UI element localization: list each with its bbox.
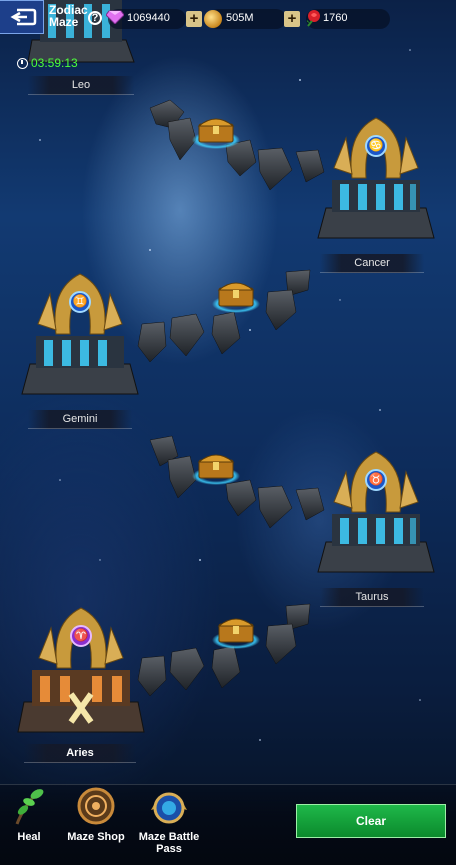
battle-pass-icon — [151, 792, 187, 824]
cancer-symbol-icon: ♋ — [368, 138, 384, 152]
cancer-platform[interactable] — [316, 108, 436, 258]
add-coins-button[interactable]: + — [284, 11, 300, 27]
aries-symbol-icon: ♈ — [73, 628, 89, 642]
gems-count: 1069440 — [127, 12, 170, 24]
roses-count: 1760 — [323, 12, 348, 24]
clock-icon — [17, 57, 28, 69]
back-arrow-icon — [9, 8, 36, 26]
coins-count: 505M — [226, 12, 254, 24]
platform-label-taurus: Taurus — [320, 588, 424, 607]
taurus-symbol-icon: ♉ — [368, 472, 384, 486]
page-title: Zodiac Maze — [49, 3, 88, 29]
gemini-symbol-icon: ♊ — [72, 294, 88, 308]
back-button[interactable] — [0, 0, 44, 34]
heal-button[interactable]: Heal — [6, 786, 52, 843]
maze-battle-pass-button[interactable]: Maze Battle Pass — [132, 786, 206, 855]
top-bar: Zodiac Maze ? 1069440 + 505M + 1760 — [0, 0, 456, 36]
shop-icon — [77, 787, 115, 825]
aries-platform[interactable] — [16, 598, 146, 748]
platform-label-cancer: Cancer — [320, 254, 424, 273]
maze-shop-button[interactable]: Maze Shop — [64, 786, 128, 843]
treasure-chest-icon[interactable] — [216, 276, 256, 308]
gem-icon — [106, 10, 124, 24]
timer-text: 03:59:13 — [31, 56, 78, 70]
coin-icon — [204, 10, 222, 28]
rose-icon — [306, 10, 320, 27]
clear-button[interactable]: Clear — [296, 804, 446, 838]
heal-icon — [15, 789, 44, 825]
heal-label: Heal — [17, 831, 41, 843]
maze-shop-label: Maze Shop — [67, 831, 125, 843]
treasure-chest-icon[interactable] — [196, 448, 236, 480]
rock-path-leo-cancer — [149, 99, 325, 191]
platform-label-aries: Aries — [24, 744, 136, 763]
taurus-platform[interactable] — [316, 442, 436, 592]
platform-label-leo: Leo — [28, 76, 134, 95]
help-icon[interactable]: ? — [88, 11, 102, 25]
maze-battle-pass-label: Maze Battle Pass — [138, 831, 200, 855]
reset-timer: 03:59:13 — [17, 56, 78, 70]
add-gems-button[interactable]: + — [186, 11, 202, 27]
treasure-chest-icon[interactable] — [216, 612, 256, 644]
rock-path-gemini-taurus — [149, 435, 325, 529]
gemini-platform[interactable] — [20, 264, 140, 414]
treasure-chest-icon[interactable] — [196, 112, 236, 144]
platform-label-gemini: Gemini — [28, 410, 132, 429]
